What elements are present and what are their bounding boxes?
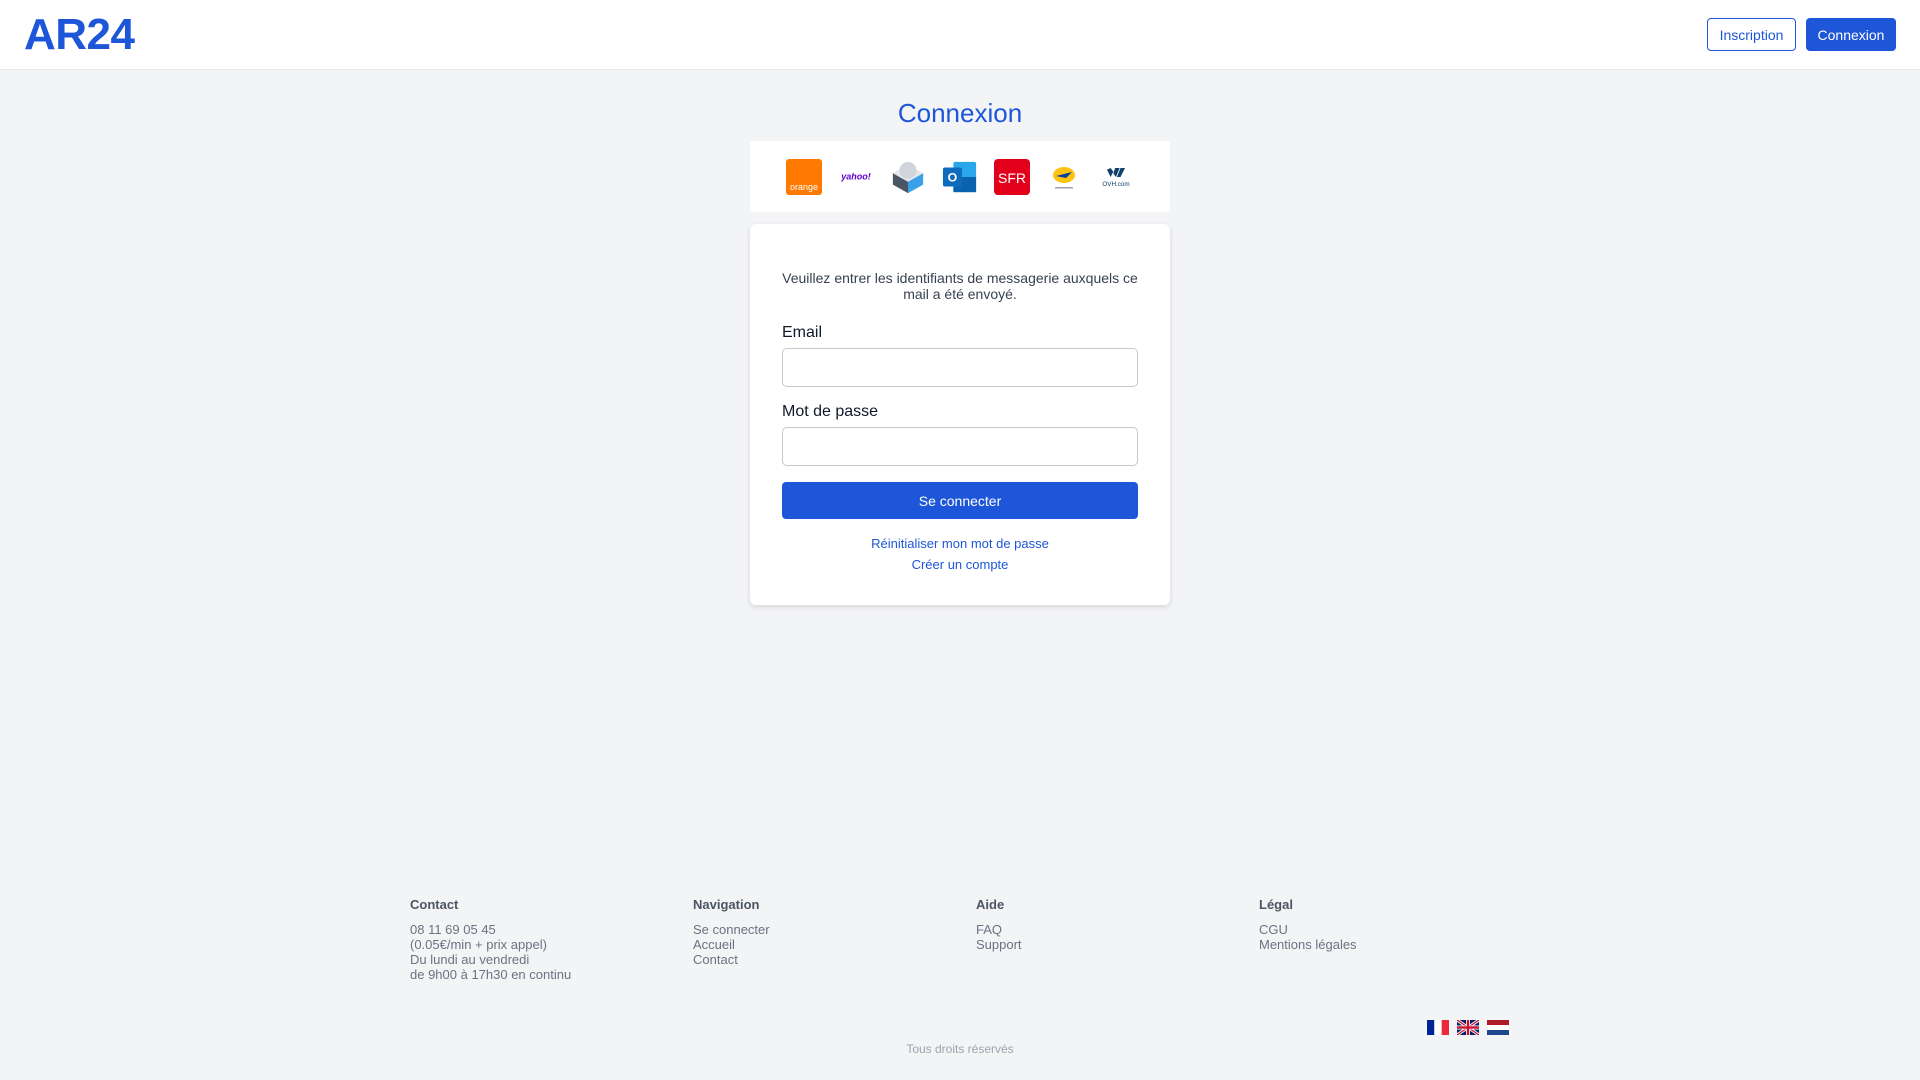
footer-contact-days: Du lundi au vendredi — [410, 952, 530, 967]
footer-navigation: Navigation Se connecter Accueil Contact — [693, 897, 770, 967]
email-label: Email — [782, 324, 823, 341]
outlook-logo-icon[interactable]: O — [942, 159, 978, 195]
orange-logo-text: orange — [790, 182, 818, 192]
copyright-text: Tous droits réservés — [906, 1042, 1014, 1056]
sfr-logo-text: SFR — [998, 170, 1026, 186]
ar24-logo[interactable]: AR24 — [24, 10, 135, 60]
footer-navigation-title: Navigation — [693, 897, 760, 912]
create-account-link[interactable]: Créer un compte — [750, 557, 1170, 572]
footer-contact-title: Contact — [410, 897, 459, 912]
signup-button[interactable]: Inscription — [1707, 18, 1796, 51]
footer-contact-hours: de 9h00 à 17h30 en continu — [410, 967, 572, 982]
email-field[interactable] — [782, 348, 1138, 387]
yahoo-logo-text: yahoo! — [840, 171, 871, 181]
reset-password-link[interactable]: Réinitialiser mon mot de passe — [750, 536, 1170, 551]
page-title: Connexion — [897, 98, 1023, 128]
top-header: AR24 Inscription Connexion — [0, 0, 1920, 70]
sfr-logo-icon[interactable]: SFR — [994, 158, 1030, 195]
footer-contact-price: (0.05€/min + prix appel) — [410, 937, 547, 952]
language-selector — [1427, 1020, 1509, 1035]
footer-link-support[interactable]: Support — [976, 937, 1022, 952]
footer-link-cgu[interactable]: CGU — [1259, 922, 1357, 937]
footer-legal-title: Légal — [1259, 897, 1293, 912]
footer-aide-title: Aide — [976, 897, 1005, 912]
laposte-logo-icon[interactable] — [1046, 159, 1082, 195]
ovh-logo-icon[interactable]: OVH.com — [1098, 159, 1134, 195]
submit-login-button[interactable]: Se connecter — [782, 482, 1138, 519]
orange-logo-icon[interactable]: orange — [786, 158, 822, 195]
password-field[interactable] — [782, 427, 1138, 466]
uk-flag-icon[interactable] — [1457, 1020, 1479, 1035]
footer-aide: Aide FAQ Support — [976, 897, 1022, 952]
mailbox-logo-icon[interactable] — [890, 159, 926, 195]
dutch-flag-icon[interactable] — [1487, 1020, 1509, 1035]
password-label: Mot de passe — [782, 403, 879, 420]
email-providers-strip: orange yahoo! O SFR OVH.com — [750, 141, 1170, 212]
footer-contact-phone[interactable]: 08 11 69 05 45 — [410, 922, 571, 937]
login-card: Veuillez entrer les identifiants de mess… — [750, 224, 1170, 605]
ovh-logo-text: OVH.com — [1102, 181, 1129, 188]
footer-link-faq[interactable]: FAQ — [976, 922, 1022, 937]
french-flag-icon[interactable] — [1427, 1020, 1449, 1035]
footer-link-mentions-legales[interactable]: Mentions légales — [1259, 937, 1357, 952]
login-intro-text: Veuillez entrer les identifiants de mess… — [782, 270, 1138, 302]
footer-contact: Contact 08 11 69 05 45 (0.05€/min + prix… — [410, 897, 571, 982]
outlook-logo-text: O — [948, 170, 958, 184]
footer-link-accueil[interactable]: Accueil — [693, 937, 770, 952]
login-button[interactable]: Connexion — [1806, 18, 1896, 51]
footer-link-se-connecter[interactable]: Se connecter — [693, 922, 770, 937]
yahoo-logo-icon[interactable]: yahoo! — [838, 159, 874, 195]
footer-link-contact[interactable]: Contact — [693, 952, 770, 967]
footer-legal: Légal CGU Mentions légales — [1259, 897, 1357, 952]
